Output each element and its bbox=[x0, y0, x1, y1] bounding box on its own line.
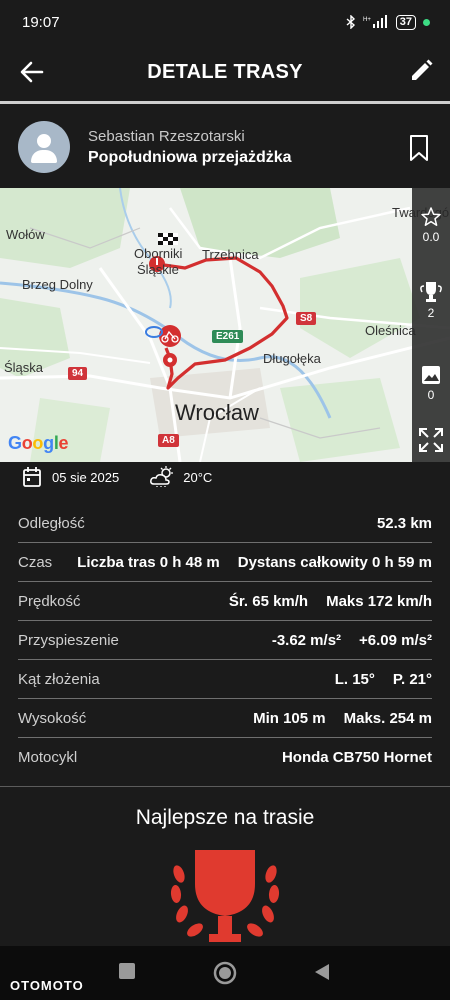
trophies-item[interactable]: 2 bbox=[412, 280, 450, 320]
back-button[interactable] bbox=[313, 962, 331, 982]
map-label-wroclaw: Wrocław bbox=[175, 400, 259, 425]
pencil-icon[interactable] bbox=[408, 58, 434, 84]
page-title: DETALE TRASY bbox=[147, 60, 303, 83]
map-label-brzeg-dolny: Brzeg Dolny bbox=[22, 277, 93, 292]
bluetooth-icon bbox=[346, 15, 355, 29]
stat-value: +6.09 m/s² bbox=[359, 631, 432, 649]
stat-speed: Prędkość Śr. 65 km/h Maks 172 km/h bbox=[18, 582, 432, 621]
route-name: Popołudniowa przejażdżka bbox=[88, 148, 292, 166]
laurel-trophy-icon bbox=[170, 850, 280, 942]
svg-text:H+: H+ bbox=[363, 17, 371, 23]
ride-temperature: 20°C bbox=[183, 469, 213, 485]
recents-button[interactable] bbox=[118, 962, 136, 980]
ride-date: 05 sie 2025 bbox=[52, 469, 120, 485]
section-divider bbox=[0, 786, 450, 787]
stat-value: L. 15° bbox=[334, 670, 375, 688]
stars-value: 0.0 bbox=[422, 230, 440, 244]
user-name: Sebastian Rzeszotarski bbox=[88, 127, 245, 145]
map-label-olesnica: Oleśnica bbox=[365, 323, 416, 338]
map-label-trzebnica: Trzebnica bbox=[202, 247, 259, 262]
best-section-title: Najlepsze na trasie bbox=[135, 806, 315, 829]
stat-distance: Odległość 52.3 km bbox=[18, 504, 432, 543]
map-label-oborniki: Oborniki bbox=[134, 246, 183, 261]
google-logo: Google bbox=[8, 433, 69, 453]
map-label-dlugoleka: Długołęka bbox=[263, 351, 321, 366]
user-text: Sebastian Rzeszotarski Popołudniowa prze… bbox=[88, 128, 292, 167]
map-side-panel: 0.0 2 0 bbox=[412, 188, 450, 462]
status-icons: H+ 37 bbox=[346, 14, 430, 30]
stat-value: 52.3 km bbox=[376, 514, 432, 532]
stat-label: Wysokość bbox=[18, 709, 87, 727]
privacy-dot-icon bbox=[423, 18, 430, 26]
stat-label: Kąt złożenia bbox=[18, 670, 100, 688]
battery-icon: 37 bbox=[395, 14, 416, 30]
avatar[interactable] bbox=[18, 121, 70, 173]
road-badge-94: 94 bbox=[68, 367, 88, 380]
star-icon bbox=[421, 207, 441, 226]
weather-cloud-sun-icon bbox=[150, 466, 174, 487]
stat-value: Śr. 65 km/h bbox=[228, 592, 309, 610]
stat-label: Motocykl bbox=[18, 749, 78, 766]
stat-value: Honda CB750 Hornet bbox=[281, 749, 432, 766]
arrow-left-icon[interactable] bbox=[18, 58, 46, 86]
stat-value: Min 105 m bbox=[253, 709, 326, 727]
bookmark-icon[interactable] bbox=[408, 134, 430, 162]
stat-time: Czas Liczba tras 0 h 48 m Dystans całkow… bbox=[18, 543, 432, 582]
status-time: 19:07 bbox=[22, 13, 60, 31]
road-badge-a8: A8 bbox=[158, 434, 179, 447]
app-bar: DETALE TRASY bbox=[0, 44, 450, 100]
stat-value: P. 21° bbox=[392, 670, 432, 688]
stat-acceleration: Przyspieszenie -3.62 m/s² +6.09 m/s² bbox=[18, 621, 432, 660]
stat-motorcycle: Motocykl Honda CB750 Hornet bbox=[18, 738, 432, 777]
photos-value: 0 bbox=[427, 388, 435, 402]
trophy-icon bbox=[420, 282, 442, 302]
route-map[interactable]: Wołów Oborniki Śląskie Trzebnica Brzeg D… bbox=[0, 188, 450, 462]
stat-value: Maks. 254 m bbox=[343, 709, 432, 727]
finish-flag-icon bbox=[158, 233, 178, 245]
map-label-slaskie: Śląskie bbox=[137, 262, 179, 277]
stat-label: Prędkość bbox=[18, 592, 81, 610]
route-stats: Odległość 52.3 km Czas Liczba tras 0 h 4… bbox=[18, 504, 432, 777]
stat-value: Liczba tras 0 h 48 m bbox=[77, 553, 220, 571]
stat-value: -3.62 m/s² bbox=[271, 631, 342, 649]
map-label-slaska: Śląska bbox=[4, 360, 44, 375]
stat-lean-angle: Kąt złożenia L. 15° P. 21° bbox=[18, 660, 432, 699]
watermark-text: OTOMOTO bbox=[10, 978, 84, 993]
photos-item[interactable]: 0 bbox=[412, 364, 450, 402]
avatar-shoulders bbox=[31, 150, 57, 163]
route-owner-row: Sebastian Rzeszotarski Popołudniowa prze… bbox=[0, 104, 450, 190]
stat-label: Odległość bbox=[18, 514, 85, 532]
avatar-head bbox=[37, 134, 51, 148]
status-bar: 19:07 H+ 37 bbox=[0, 0, 450, 44]
stat-value: Maks 172 km/h bbox=[326, 592, 432, 610]
stars-item[interactable]: 0.0 bbox=[412, 206, 450, 244]
road-badge-s8: S8 bbox=[296, 312, 317, 325]
stat-value: Dystans całkowity 0 h 59 m bbox=[237, 553, 432, 571]
ride-info-row: 05 sie 2025 20°C bbox=[0, 462, 450, 492]
stat-label: Przyspieszenie bbox=[18, 631, 119, 649]
photo-icon bbox=[422, 366, 440, 384]
road-badge-e261: E261 bbox=[212, 330, 244, 343]
trophies-value: 2 bbox=[427, 306, 435, 320]
map-label-wolow: Wołów bbox=[6, 227, 45, 242]
fullscreen-icon[interactable] bbox=[417, 426, 445, 454]
calendar-icon bbox=[23, 467, 41, 487]
stat-label: Czas bbox=[18, 553, 53, 571]
home-button[interactable] bbox=[213, 961, 237, 985]
stat-altitude: Wysokość Min 105 m Maks. 254 m bbox=[18, 699, 432, 738]
signal-icon: H+ bbox=[363, 15, 387, 28]
